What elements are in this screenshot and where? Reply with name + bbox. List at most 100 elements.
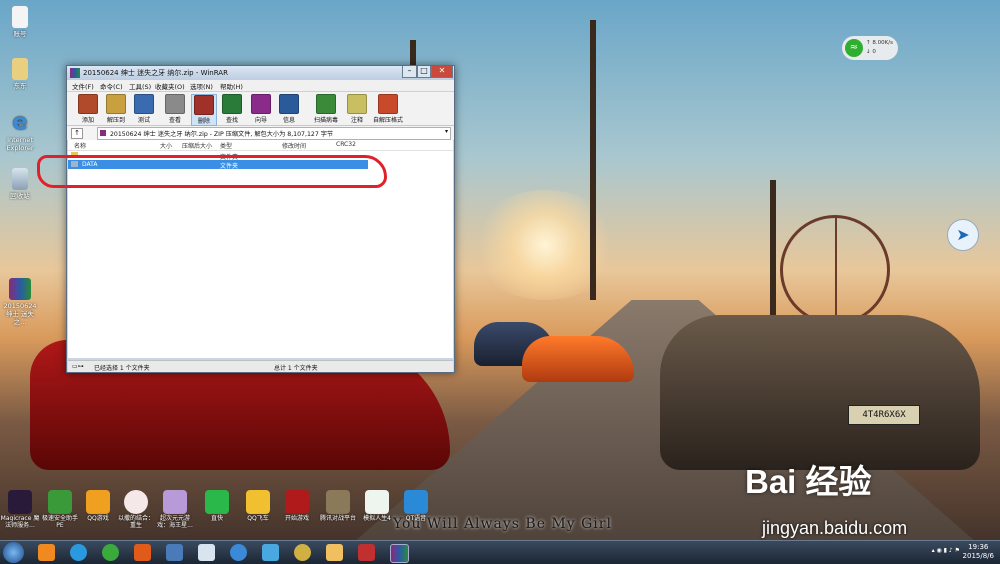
maximize-button[interactable]: □ bbox=[417, 66, 431, 78]
menu-file[interactable]: 文件(F) bbox=[72, 81, 94, 91]
taskbar: ▴ ◉ ▮ ♪ ⚑ 19:36 2015/8/6 bbox=[0, 540, 1000, 564]
desktop-icon-sims4[interactable]: 模拟人生4 bbox=[357, 490, 397, 522]
comment-button[interactable]: 注释 bbox=[344, 94, 370, 124]
desktop-icon-zhikuai[interactable]: 直快 bbox=[197, 490, 237, 522]
desktop-icon-magicrace[interactable]: Magicrace 魔法师服务... bbox=[0, 490, 40, 529]
sunset-glow bbox=[470, 190, 620, 300]
menu-options[interactable]: 选项(N) bbox=[190, 81, 213, 91]
archive-path-text: 20150624 绅士 迷失之牙 纳尔.zip - ZIP 压缩文件, 解包大小… bbox=[110, 131, 334, 138]
desktop-icon-zip[interactable]: 20150624 绅士 迷失之... bbox=[0, 278, 40, 326]
plane-taskbar-icon[interactable] bbox=[166, 544, 183, 561]
desktop-icon-qq-game[interactable]: QQ游戏 bbox=[78, 490, 118, 522]
scan-virus-icon bbox=[316, 94, 336, 114]
test-button[interactable]: 测试 bbox=[131, 94, 157, 124]
bird-taskbar-icon[interactable] bbox=[198, 544, 215, 561]
add-button[interactable]: 添加 bbox=[75, 94, 101, 124]
k-taskbar-icon[interactable] bbox=[70, 544, 87, 561]
menu-tools[interactable]: 工具(S) bbox=[129, 81, 151, 91]
desktop-icon-start-game[interactable]: 开始游戏 bbox=[277, 490, 317, 522]
row-name: DATA bbox=[82, 161, 98, 168]
close-button[interactable]: ✕ bbox=[431, 66, 453, 78]
clock-time: 19:36 bbox=[968, 543, 989, 551]
desktop-icon-security-pe[interactable]: 极速安全助手PE bbox=[40, 490, 80, 529]
download-speed: ↓ 0 bbox=[866, 49, 876, 55]
find-button[interactable]: 查找 bbox=[219, 94, 245, 124]
winrar-taskbar-icon[interactable] bbox=[390, 544, 409, 563]
photo-taskbar-icon[interactable] bbox=[262, 544, 279, 561]
archive-icon bbox=[100, 130, 106, 136]
col-name[interactable]: 名称 bbox=[74, 141, 86, 150]
table-row[interactable]: .. 文件夹 bbox=[68, 151, 453, 161]
browser-taskbar-icon[interactable] bbox=[38, 544, 55, 561]
desktop-icon-isaac[interactable]: 以撒的结合：重生 bbox=[116, 490, 156, 529]
sfx-button[interactable]: 自解压格式 bbox=[370, 94, 406, 124]
up-folder-button[interactable]: ↑ bbox=[71, 128, 83, 139]
desktop-icon-dongdong[interactable]: 东东 bbox=[0, 58, 40, 90]
menu-favorites[interactable]: 收藏夹(O) bbox=[155, 81, 185, 91]
chevron-down-icon[interactable]: ▾ bbox=[445, 128, 448, 135]
palm-tree bbox=[590, 20, 596, 300]
player-taskbar-icon[interactable] bbox=[102, 544, 119, 561]
archive-path-field[interactable]: 20150624 绅士 迷失之牙 纳尔.zip - ZIP 压缩文件, 解包大小… bbox=[97, 127, 451, 140]
sogou-taskbar-icon[interactable] bbox=[230, 544, 247, 561]
col-type[interactable]: 类型 bbox=[220, 141, 232, 150]
battle-platform-icon bbox=[326, 490, 350, 514]
baidu-url: jingyan.baidu.com bbox=[762, 518, 908, 538]
red-app-taskbar-icon[interactable] bbox=[358, 544, 375, 561]
menu-help[interactable]: 帮助(H) bbox=[220, 81, 243, 91]
system-tray[interactable]: ▴ ◉ ▮ ♪ ⚑ bbox=[932, 547, 960, 554]
delete-button[interactable]: 删除 bbox=[191, 94, 217, 126]
winrar-icon bbox=[70, 68, 80, 78]
title-bar[interactable]: 20150624 绅士 迷失之牙 纳尔.zip - WinRAR – □ ✕ bbox=[67, 66, 454, 80]
isaac-icon bbox=[124, 490, 148, 514]
neptunia-icon bbox=[163, 490, 187, 514]
minimize-button[interactable]: – bbox=[402, 66, 417, 78]
shield-icon bbox=[48, 490, 72, 514]
file-list[interactable]: 名称 大小 压缩后大小 类型 修改时间 CRC32 .. 文件夹 DATA 文件… bbox=[68, 140, 453, 358]
comment-icon bbox=[347, 94, 367, 114]
app-label: 开始游戏 bbox=[284, 515, 309, 522]
menu-command[interactable]: 命令(C) bbox=[100, 81, 123, 91]
desktop-icon-account[interactable]: 账号 bbox=[0, 6, 40, 38]
col-size[interactable]: 大小 bbox=[160, 141, 172, 150]
mi-taskbar-icon[interactable] bbox=[134, 544, 151, 561]
desktop-icon-neptunia[interactable]: 超次元元游戏：海王星... bbox=[155, 490, 195, 529]
extract-to-button[interactable]: 解压到 bbox=[103, 94, 129, 124]
qt-voice-icon bbox=[404, 490, 428, 514]
clock[interactable]: 19:36 2015/8/6 bbox=[963, 543, 994, 561]
col-crc[interactable]: CRC32 bbox=[336, 141, 356, 148]
baidu-watermark: Bai 经验 bbox=[745, 463, 872, 500]
folder-icon bbox=[71, 152, 78, 158]
comment-label: 注释 bbox=[350, 117, 363, 124]
bird-assistant-icon[interactable]: ➤ bbox=[947, 219, 979, 251]
desktop-icon-qq-speed[interactable]: QQ飞车 bbox=[238, 490, 278, 522]
palm-tree bbox=[770, 180, 776, 320]
game-icon bbox=[285, 490, 309, 514]
info-button[interactable]: 信息 bbox=[276, 94, 302, 124]
recycle-bin-icon bbox=[12, 168, 28, 190]
plumbob-icon bbox=[365, 490, 389, 514]
desktop-icon-label: 账号 bbox=[13, 30, 27, 38]
col-packed[interactable]: 压缩后大小 bbox=[182, 141, 212, 150]
network-speed-widget[interactable]: ≈ ↑ 8.00K/s ↓ 0 bbox=[842, 36, 898, 60]
qq-game-icon bbox=[86, 490, 110, 514]
desktop-icon-ie[interactable]: e Internet Explorer bbox=[0, 112, 40, 153]
wizard-icon bbox=[251, 94, 271, 114]
view-button[interactable]: 查看 bbox=[162, 94, 188, 124]
app-label: 超次元元游戏：海王星... bbox=[157, 515, 193, 529]
table-row[interactable]: DATA 文件夹 bbox=[68, 160, 368, 170]
desktop-icon-recycle-bin[interactable]: 回收站 bbox=[0, 168, 40, 200]
winrar-window: 20150624 绅士 迷失之牙 纳尔.zip - WinRAR – □ ✕ 文… bbox=[66, 65, 455, 373]
scan-virus-button[interactable]: 扫描病毒 bbox=[309, 94, 343, 124]
clock-date: 2015/8/6 bbox=[962, 552, 994, 560]
game-taskbar-icon[interactable] bbox=[294, 544, 311, 561]
lollipop-taskbar-icon[interactable] bbox=[326, 544, 343, 561]
col-modified[interactable]: 修改时间 bbox=[282, 141, 306, 150]
app-label: 以撒的结合：重生 bbox=[117, 515, 154, 529]
app-label: QQ飞车 bbox=[247, 515, 269, 522]
ferris-wheel bbox=[780, 215, 890, 325]
status-drive-icon: ▭⊶ bbox=[72, 363, 84, 370]
start-button[interactable] bbox=[3, 542, 24, 563]
desktop-icon-tencent-battle[interactable]: 腾讯对战平台 bbox=[318, 490, 358, 522]
wizard-button[interactable]: 向导 bbox=[248, 94, 274, 124]
